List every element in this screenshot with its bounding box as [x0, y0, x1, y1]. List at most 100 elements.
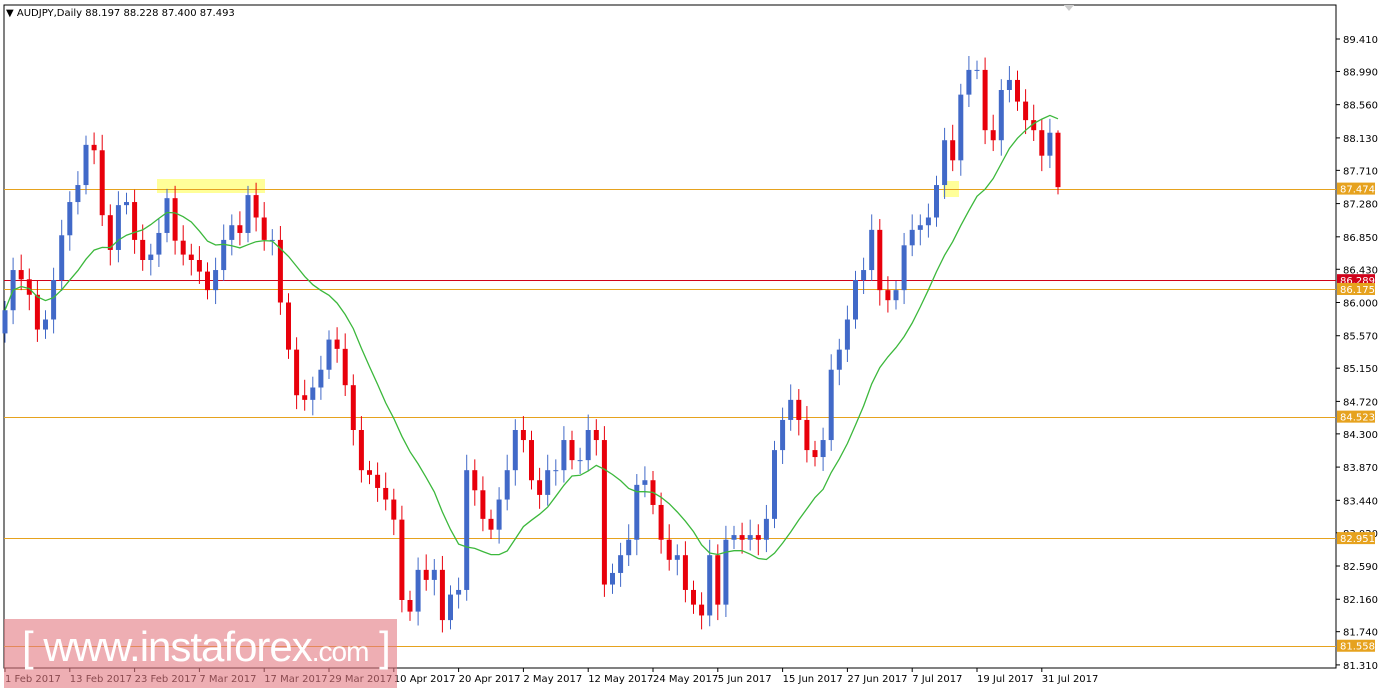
candle-body: [917, 225, 923, 230]
candle-body: [383, 487, 389, 500]
candle-body: [836, 349, 842, 370]
candle-body: [448, 594, 453, 621]
candle-body: [707, 555, 713, 616]
candle-body: [682, 555, 688, 590]
candle-body: [772, 450, 777, 519]
candle-body: [504, 470, 510, 500]
candle-body: [59, 235, 65, 281]
y-tick-label: 88.130: [1343, 134, 1378, 145]
candle-body: [310, 387, 316, 400]
x-tick-label: 31 Jul 2017: [1042, 674, 1099, 685]
x-tick-label: 7 Jul 2017: [912, 674, 962, 685]
candle-body: [213, 270, 219, 291]
candle-body: [196, 260, 202, 272]
candle-body: [472, 470, 478, 491]
candle-body: [820, 440, 826, 458]
x-tick-label: 20 Apr 2017: [459, 674, 521, 685]
candle-body: [529, 440, 534, 481]
x-tick-label: 19 Jul 2017: [977, 674, 1034, 685]
candle-body: [982, 69, 988, 131]
candle-body: [286, 302, 291, 350]
candle-body: [585, 430, 591, 461]
candle-body: [75, 185, 81, 203]
candle-body: [318, 369, 324, 388]
candle-body: [942, 140, 948, 186]
candle-body: [156, 232, 162, 255]
candle-body: [520, 430, 526, 441]
candle-body: [350, 385, 356, 430]
candle-body: [691, 589, 696, 605]
candle-body: [642, 480, 648, 485]
y-tick-label: 84.300: [1343, 430, 1378, 441]
candle-body: [415, 569, 421, 612]
price-level-label: 87.474: [1340, 185, 1375, 196]
candle-body: [763, 518, 769, 540]
candle-body: [885, 290, 891, 301]
chart-window: 89.410 88.990 88.560 88.130 87.710 87.280 86.8…: [0, 0, 1378, 688]
candle-body: [626, 539, 632, 556]
price-chart[interactable]: 89.410 88.990 88.560 88.130 87.710 87.280 86.8…: [0, 0, 1378, 688]
candle-body: [1023, 101, 1029, 121]
candle-body: [26, 279, 32, 295]
ohlc-readout: 88.197 88.228 87.400 87.493: [85, 8, 235, 19]
y-tick-label: 83.870: [1343, 463, 1378, 474]
candle-body: [148, 254, 154, 260]
candle-body: [115, 205, 121, 250]
candle-body: [1039, 130, 1045, 156]
candle-body: [537, 480, 543, 495]
candle-body: [674, 555, 680, 560]
candle-body: [699, 604, 705, 616]
candle-body: [188, 254, 194, 260]
candle-body: [561, 440, 567, 471]
y-tick-label: 85.570: [1343, 332, 1378, 343]
candle-body: [812, 450, 818, 458]
x-tick-label: 5 Jun 2017: [718, 674, 772, 685]
candle-body: [1015, 79, 1020, 102]
candle-body: [950, 140, 956, 161]
y-tick-label: 88.560: [1343, 101, 1378, 112]
candle-body: [731, 535, 737, 540]
candle-body: [294, 349, 300, 396]
candle-body: [2, 310, 8, 334]
candle-body: [91, 144, 97, 151]
y-tick-label: 81.740: [1343, 628, 1378, 639]
y-tick-label: 87.710: [1343, 166, 1378, 177]
candle-body: [747, 535, 753, 540]
y-tick-label: 86.000: [1343, 299, 1378, 310]
candle-body: [828, 369, 834, 441]
candle-body: [780, 419, 786, 451]
x-tick-label: 24 May 2017: [653, 674, 718, 685]
candle-body: [423, 569, 429, 580]
candle-body: [132, 202, 138, 240]
price-level-label: 86.175: [1340, 285, 1375, 296]
x-tick-label: 10 Apr 2017: [394, 674, 456, 685]
collapse-triangle-icon[interactable]: ▼: [6, 8, 14, 19]
chart-header: ▼ AUDJPY,Daily 88.197 88.228 87.400 87.4…: [6, 8, 235, 19]
candle-body: [569, 440, 575, 461]
symbol-label: AUDJPY,Daily: [16, 8, 83, 19]
candle-body: [788, 399, 794, 420]
candle-body: [755, 535, 761, 540]
candle-body: [658, 504, 664, 540]
candle-body: [326, 339, 332, 370]
candle-body: [990, 130, 996, 141]
x-tick-label: 27 Jun 2017: [847, 674, 907, 685]
candle-body: [358, 430, 364, 471]
x-tick-label: 15 Jun 2017: [783, 674, 843, 685]
candle-body: [861, 270, 867, 281]
candle-body: [901, 245, 907, 291]
candle-body: [261, 217, 267, 240]
candle-body: [439, 569, 445, 621]
candle-body: [488, 518, 494, 530]
y-tick-label: 83.440: [1343, 496, 1378, 507]
price-level-label: 81.558: [1340, 642, 1375, 653]
x-tick-label: 12 May 2017: [588, 674, 653, 685]
candle-body: [634, 484, 640, 540]
candle-body: [237, 225, 243, 233]
price-level-label: 84.523: [1340, 413, 1375, 424]
candle-body: [172, 198, 178, 241]
candle-body: [804, 419, 810, 451]
y-tick-label: 82.160: [1343, 595, 1378, 606]
y-tick-label: 82.590: [1343, 562, 1378, 573]
candle-body: [1055, 132, 1061, 188]
